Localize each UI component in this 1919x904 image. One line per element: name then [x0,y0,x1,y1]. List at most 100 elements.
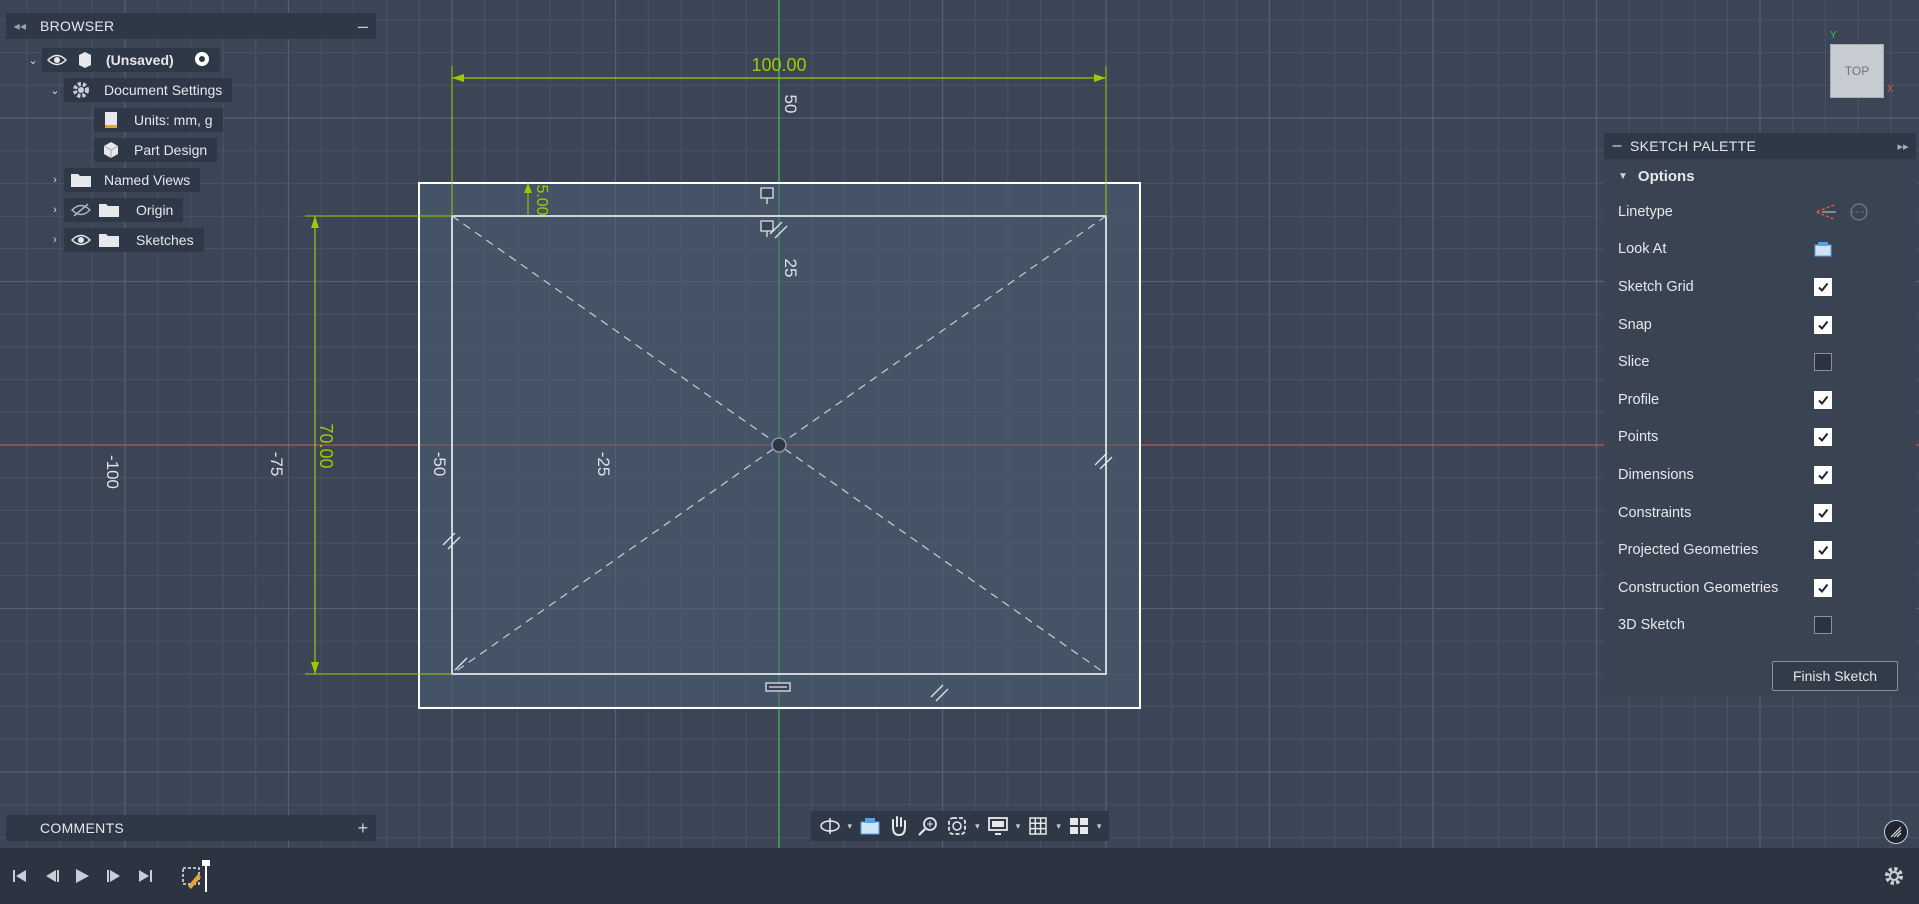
sketch-grid-label: Sketch Grid [1618,278,1694,295]
options-label: Options [1637,167,1695,185]
finish-sketch-button[interactable]: Finish Sketch [1772,661,1898,691]
collapse-browser-icon[interactable]: ◂◂ [6,19,34,33]
orbit-dropdown-icon[interactable]: ▾ [844,813,856,839]
look-at-label: Look At [1618,241,1667,258]
sketch-feature-icon[interactable] [180,860,214,892]
snap-label: Snap [1618,316,1652,333]
document-icon [74,49,96,71]
settings-icon[interactable] [1882,864,1906,888]
look-at-icon[interactable] [1814,241,1832,257]
origin-label: Origin [136,202,174,218]
folder-icon [98,199,120,221]
axis-label-x-neg75: -75 [267,452,286,477]
grid-dropdown-icon[interactable]: ▾ [1053,813,1065,839]
width-dimension-value[interactable]: 100.00 [751,55,806,75]
expand-palette-icon[interactable]: ▸▸ [1890,140,1916,153]
look-at-icon[interactable] [856,813,885,839]
active-radio-icon[interactable] [194,51,210,70]
axis-label-y25: 25 [781,259,800,278]
slice-checkbox[interactable] [1814,353,1832,372]
viewports-icon[interactable] [1064,813,1093,839]
palette-row-linetype: Linetype [1604,193,1916,231]
eye-icon[interactable] [70,229,92,251]
viewcube[interactable]: TOP [1830,44,1884,98]
named-views-label: Named Views [104,172,191,188]
zoom-icon[interactable] [914,813,943,839]
previous-icon[interactable] [40,864,64,888]
chevron-right-icon[interactable]: › [46,204,64,216]
center-point[interactable] [771,437,787,453]
snap-checkbox[interactable] [1814,315,1832,334]
palette-row-points: Points [1604,419,1916,457]
folder-icon [70,169,92,191]
chevron-right-icon[interactable]: › [46,234,64,246]
dimensions-checkbox[interactable] [1814,465,1832,484]
eye-icon[interactable] [46,49,68,71]
browser-title: BROWSER [40,18,115,34]
fit-icon[interactable] [943,813,972,839]
sketch-grid-checkbox[interactable] [1814,277,1832,296]
grid-icon[interactable] [1024,813,1053,839]
palette-row-sketch-grid: Sketch Grid [1604,268,1916,306]
orbit-icon[interactable] [815,813,844,839]
browser-item-sketches[interactable]: › Sketches [46,228,204,252]
pan-icon[interactable] [885,813,914,839]
folder-icon [98,229,120,251]
browser-item-units[interactable]: Units: mm, g [94,108,223,132]
profile-checkbox[interactable] [1814,390,1832,409]
minimize-browser-button[interactable]: – [350,16,376,37]
first-icon[interactable] [8,864,32,888]
browser-item-document-settings[interactable]: ⌄ Document Settings [46,78,233,102]
browser-item-part-design[interactable]: Part Design [94,138,218,162]
linetype-label: Linetype [1618,203,1673,220]
palette-row-look-at: Look At [1604,231,1916,269]
3d-sketch-checkbox[interactable] [1814,616,1832,635]
timeline-bar [0,848,1919,904]
height-dimension-value[interactable]: 70.00 [316,423,336,468]
construction-linetype-icon[interactable] [1813,203,1836,225]
centerline-linetype-icon[interactable] [1848,203,1870,225]
add-comment-button[interactable]: + [350,818,376,839]
browser-root-node[interactable]: ⌄ (Unsaved) [24,48,220,72]
palette-row-projected-geometries: Projected Geometries [1604,531,1916,569]
display-dropdown-icon[interactable]: ▾ [1012,813,1024,839]
points-checkbox[interactable] [1814,428,1832,447]
browser-item-named-views[interactable]: › Named Views [46,168,201,192]
viewcube-face-label[interactable]: TOP [1845,64,1869,78]
viewcube-axis-y-label: Y [1830,30,1837,41]
browser-item-origin[interactable]: › Origin [46,198,184,222]
chevron-down-icon[interactable]: ⌄ [24,54,42,67]
viewcube-axis-x-label: X [1887,84,1894,95]
sketch-palette: – SKETCH PALETTE ▸▸ ▼ Options Linetype L… [1604,133,1916,696]
next-icon[interactable] [102,864,126,888]
fit-dropdown-icon[interactable]: ▾ [972,813,984,839]
part-cube-icon [100,139,122,161]
points-label: Points [1618,429,1659,446]
3d-sketch-label: 3D Sketch [1618,617,1685,634]
chevron-down-icon[interactable]: ⌄ [46,84,64,97]
options-section-header[interactable]: ▼ Options [1604,159,1916,193]
constraints-checkbox[interactable] [1814,503,1832,522]
display-settings-icon[interactable] [983,813,1012,839]
minimize-palette-button[interactable]: – [1604,137,1630,155]
construction-geometries-label: Construction Geometries [1618,579,1779,596]
palette-row-construction-geometries: Construction Geometries [1604,569,1916,607]
projected-geometries-checkbox[interactable] [1814,541,1832,560]
last-icon[interactable] [133,864,157,888]
palette-row-snap: Snap [1604,306,1916,344]
axis-label-x-neg25: -25 [594,452,613,477]
axis-label-x-neg50: -50 [430,452,449,477]
palette-row-constraints: Constraints [1604,494,1916,532]
root-label: (Unsaved) [106,52,174,68]
offset-dimension-value[interactable]: 5.00 [533,184,550,215]
comments-title: COMMENTS [40,820,125,836]
construction-geometries-checkbox[interactable] [1814,578,1832,597]
palette-row-3d-sketch: 3D Sketch [1604,607,1916,645]
eye-hidden-icon[interactable] [70,199,92,221]
triangle-down-icon: ▼ [1618,170,1628,182]
chevron-right-icon[interactable]: › [46,174,64,186]
viewports-dropdown-icon[interactable]: ▾ [1093,813,1105,839]
sketches-label: Sketches [136,232,194,248]
performance-indicator-icon[interactable] [1884,820,1908,844]
play-icon[interactable] [70,864,94,888]
